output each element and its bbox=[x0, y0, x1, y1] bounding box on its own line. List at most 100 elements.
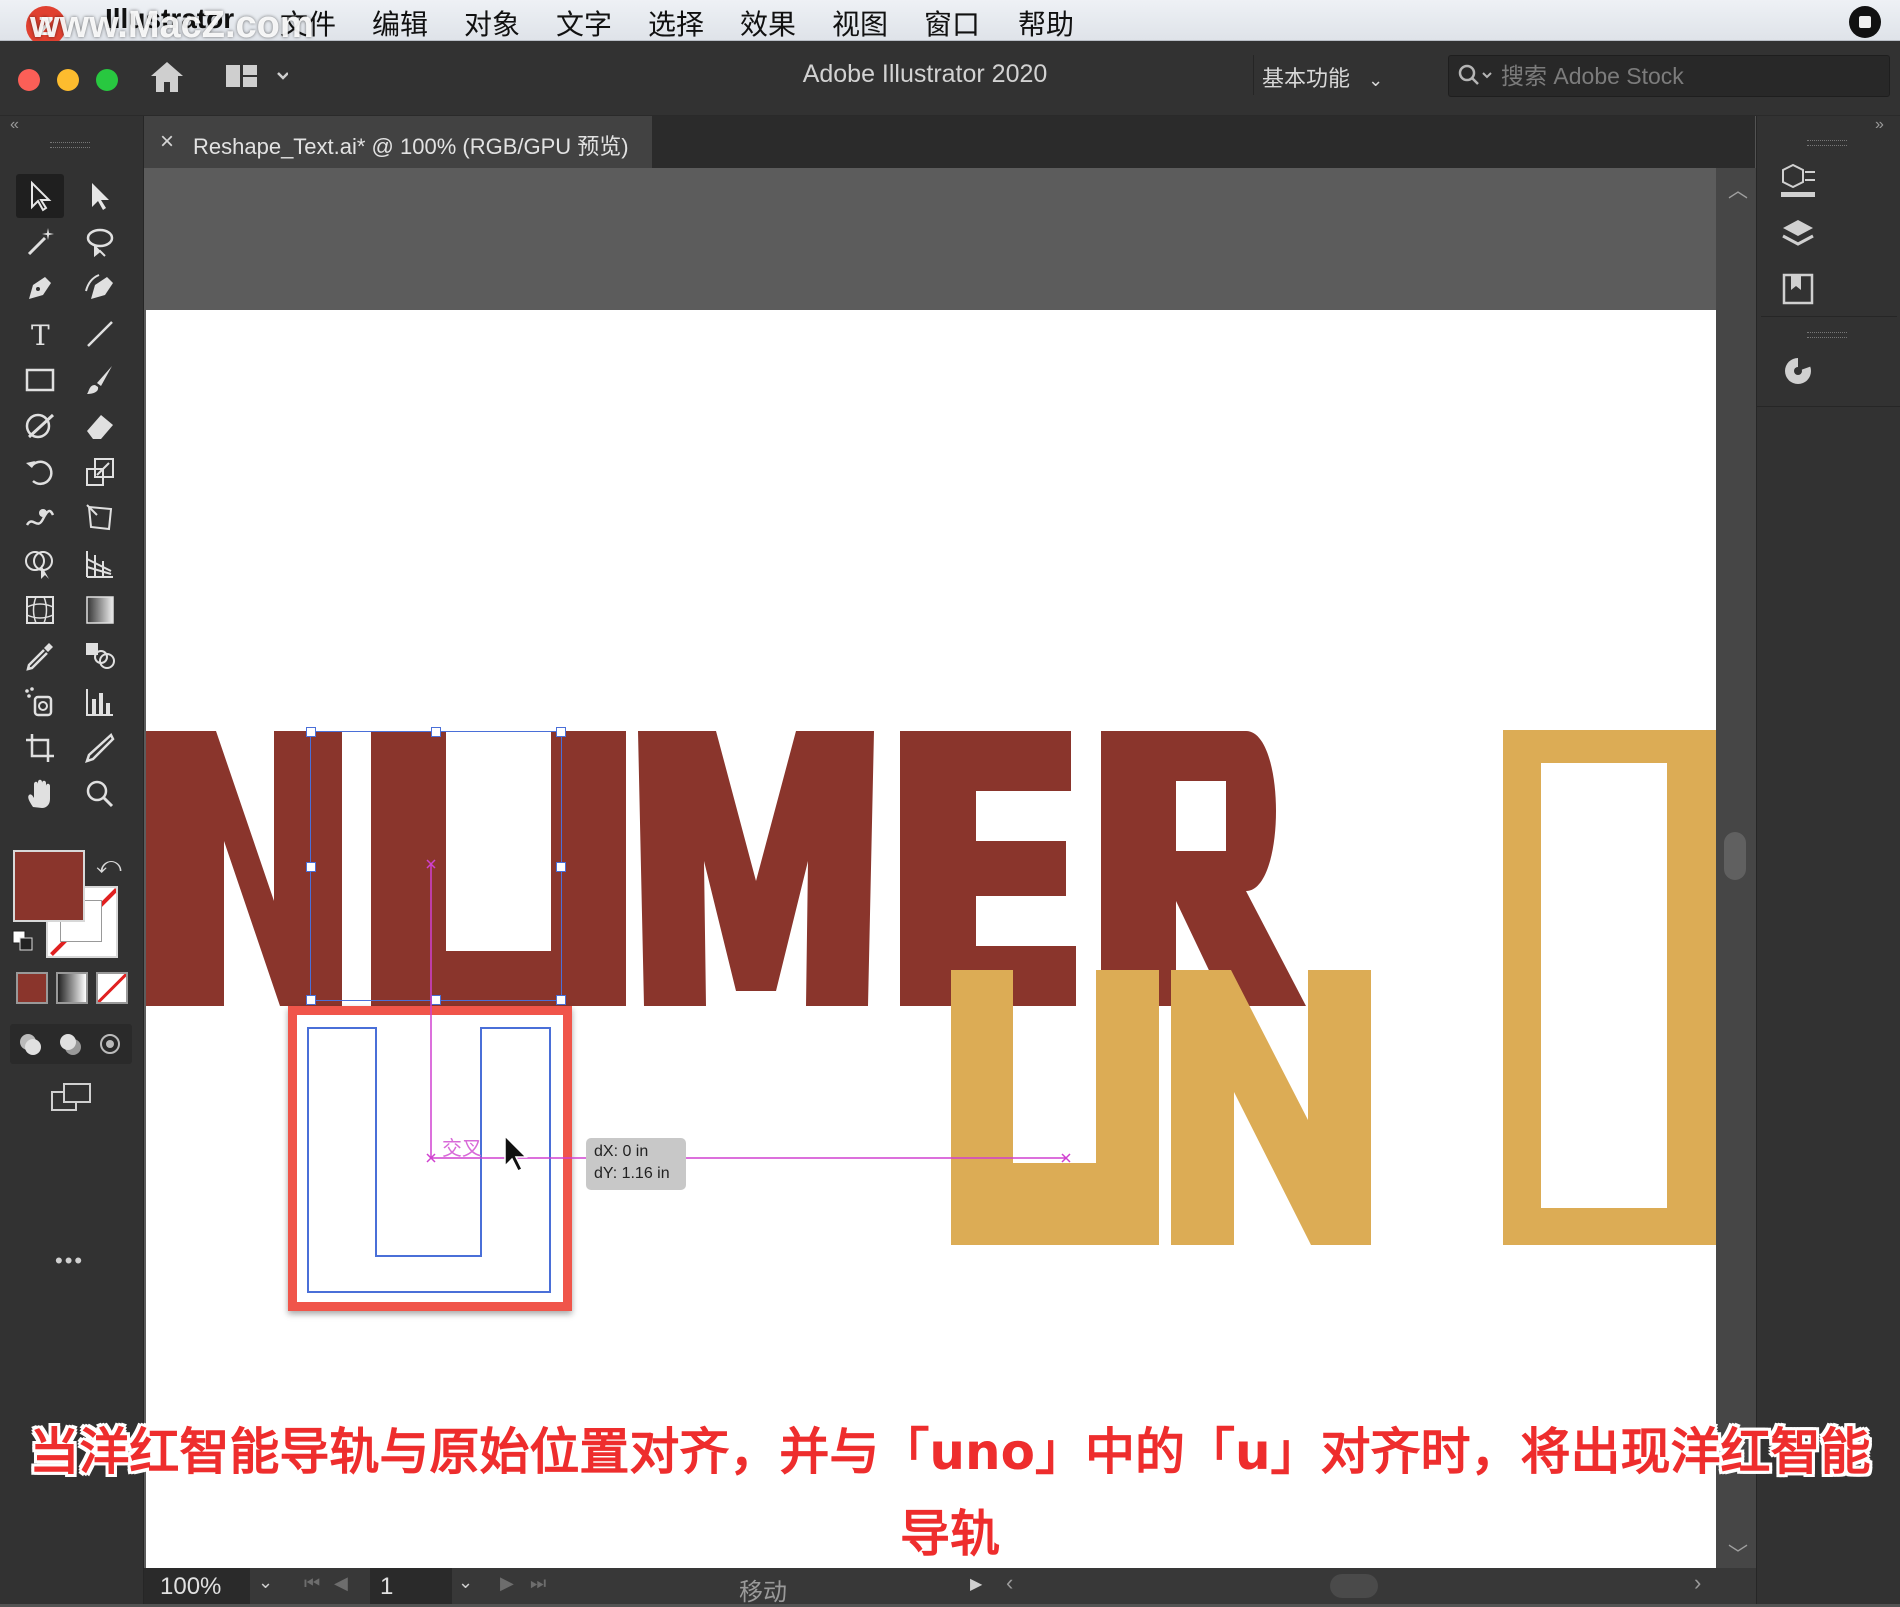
workspace-switcher[interactable]: 基本功能 ⌄ bbox=[1262, 61, 1383, 93]
perspective-grid-tool[interactable] bbox=[76, 542, 124, 586]
pen-tool[interactable] bbox=[16, 266, 64, 310]
resize-handle-e[interactable] bbox=[556, 862, 566, 872]
expand-panels-icon[interactable]: » bbox=[1875, 116, 1884, 134]
menu-view[interactable]: 视图 bbox=[832, 3, 888, 43]
shape-builder-tool[interactable] bbox=[16, 542, 64, 586]
artboard-number-field[interactable]: 1 bbox=[370, 1568, 452, 1604]
libraries-panel-icon[interactable] bbox=[1777, 268, 1819, 310]
type-tool[interactable]: T bbox=[16, 312, 64, 356]
status-menu-icon[interactable]: ▶ bbox=[970, 1574, 982, 1594]
properties-panel-icon[interactable] bbox=[1777, 160, 1819, 202]
column-graph-tool[interactable] bbox=[76, 680, 124, 724]
screen-record-icon[interactable] bbox=[1849, 6, 1881, 38]
draw-inside-icon[interactable] bbox=[98, 1032, 122, 1056]
menu-select[interactable]: 选择 bbox=[648, 3, 704, 43]
menu-edit[interactable]: 编辑 bbox=[372, 3, 428, 43]
last-artboard-icon[interactable]: ⏭ bbox=[530, 1573, 546, 1594]
collapse-panel-icon[interactable]: « bbox=[10, 116, 19, 134]
scroll-up-icon[interactable]: ︿ bbox=[1728, 174, 1748, 203]
rotate-icon bbox=[26, 460, 53, 486]
panel-grip[interactable] bbox=[1807, 332, 1847, 338]
screen-mode-icon[interactable] bbox=[48, 1082, 94, 1121]
resize-handle-nw[interactable] bbox=[306, 727, 316, 737]
mesh-tool[interactable] bbox=[16, 588, 64, 632]
warp-tool[interactable] bbox=[16, 496, 64, 540]
horizontal-scrollbar-thumb[interactable] bbox=[1330, 1574, 1378, 1598]
previous-artboard-icon[interactable]: ◀ bbox=[334, 1573, 348, 1594]
artboard-number-value: 1 bbox=[380, 1573, 394, 1600]
gradient-tool[interactable] bbox=[76, 588, 124, 632]
menu-type[interactable]: 文字 bbox=[556, 3, 612, 43]
zoom-level-field[interactable]: 100% bbox=[144, 1568, 250, 1604]
scroll-right-icon[interactable]: › bbox=[1694, 1570, 1701, 1596]
vertical-scrollbar[interactable]: ︿ ﹀ bbox=[1716, 168, 1756, 1568]
artboard-tool[interactable] bbox=[16, 726, 64, 770]
resize-handle-s[interactable] bbox=[431, 995, 441, 1005]
zoom-tool[interactable] bbox=[76, 772, 124, 816]
next-artboard-icon[interactable]: ▶ bbox=[500, 1573, 514, 1594]
resize-handle-n[interactable] bbox=[431, 727, 441, 737]
color-themes-panel-icon[interactable] bbox=[1777, 350, 1819, 392]
line-segment-tool[interactable] bbox=[76, 312, 124, 356]
panel-grip[interactable] bbox=[1807, 140, 1847, 146]
menu-object[interactable]: 对象 bbox=[464, 3, 520, 43]
selection-tool[interactable] bbox=[16, 174, 64, 218]
rectangle-tool[interactable] bbox=[16, 358, 64, 402]
selection-arrow-icon bbox=[31, 180, 52, 212]
artboard-dropdown-icon[interactable]: ⌄ bbox=[458, 1572, 473, 1593]
minimize-window-button[interactable] bbox=[57, 69, 79, 91]
close-tab-icon[interactable]: × bbox=[160, 128, 174, 156]
scrollbar-thumb[interactable] bbox=[1724, 832, 1746, 880]
layers-panel-icon[interactable] bbox=[1777, 214, 1819, 256]
scale-tool[interactable] bbox=[76, 450, 124, 494]
resize-handle-ne[interactable] bbox=[556, 727, 566, 737]
home-icon[interactable] bbox=[148, 59, 186, 100]
slice-tool[interactable] bbox=[76, 726, 124, 770]
rotate-tool[interactable] bbox=[16, 450, 64, 494]
curvature-tool[interactable] bbox=[76, 266, 124, 310]
selection-bounding-box[interactable] bbox=[310, 731, 562, 1001]
document-tab[interactable]: × Reshape_Text.ai* @ 100% (RGB/GPU 预览) bbox=[144, 116, 652, 168]
none-mode-button[interactable] bbox=[96, 972, 128, 1004]
gradient-mode-button[interactable] bbox=[56, 972, 88, 1004]
eraser-tool[interactable] bbox=[76, 404, 124, 448]
blend-tool[interactable] bbox=[76, 634, 124, 678]
first-artboard-icon[interactable]: ⏮ bbox=[304, 1573, 320, 1594]
menu-window[interactable]: 窗口 bbox=[924, 3, 980, 43]
draw-behind-icon[interactable] bbox=[58, 1032, 82, 1056]
menu-help[interactable]: 帮助 bbox=[1018, 3, 1074, 43]
fill-color-front[interactable] bbox=[13, 850, 85, 922]
resize-handle-sw[interactable] bbox=[306, 995, 316, 1005]
free-transform-icon bbox=[86, 504, 113, 531]
resize-handle-w[interactable] bbox=[306, 862, 316, 872]
menu-effect[interactable]: 效果 bbox=[740, 3, 796, 43]
resize-handle-se[interactable] bbox=[556, 995, 566, 1005]
draw-normal-icon[interactable] bbox=[18, 1032, 42, 1056]
hand-tool[interactable] bbox=[16, 772, 64, 816]
column-graph-icon bbox=[86, 689, 113, 716]
color-mode-button[interactable] bbox=[16, 972, 48, 1004]
close-window-button[interactable] bbox=[18, 69, 40, 91]
zoom-dropdown-icon[interactable]: ⌄ bbox=[258, 1572, 273, 1593]
direct-selection-tool[interactable] bbox=[76, 174, 124, 218]
app-title-bar: Adobe Illustrator 2020 基本功能 ⌄ bbox=[0, 41, 1900, 116]
panel-grip[interactable] bbox=[50, 142, 90, 148]
artboard[interactable]: 交叉 dX: 0 in dY: 1.16 in bbox=[146, 310, 1716, 1568]
free-transform-tool[interactable] bbox=[76, 496, 124, 540]
edit-toolbar-button[interactable]: ••• bbox=[55, 1248, 84, 1274]
magic-wand-tool[interactable] bbox=[16, 220, 64, 264]
rectangle-icon bbox=[25, 368, 55, 392]
scroll-left-icon[interactable]: ‹ bbox=[1006, 1570, 1013, 1596]
stock-search-input[interactable] bbox=[1499, 60, 1873, 92]
zoom-window-button[interactable] bbox=[96, 69, 118, 91]
stock-search-field[interactable] bbox=[1448, 55, 1890, 97]
swap-colors-icon[interactable]: ⤺ bbox=[96, 852, 122, 880]
lasso-tool[interactable] bbox=[76, 220, 124, 264]
eyedropper-tool[interactable] bbox=[16, 634, 64, 678]
symbol-sprayer-tool[interactable] bbox=[16, 680, 64, 724]
arrange-documents-icon[interactable] bbox=[224, 61, 289, 98]
uno-text[interactable] bbox=[951, 730, 1716, 1290]
paintbrush-tool[interactable] bbox=[76, 358, 124, 402]
shaper-tool[interactable] bbox=[16, 404, 64, 448]
default-colors-icon[interactable] bbox=[12, 930, 34, 952]
